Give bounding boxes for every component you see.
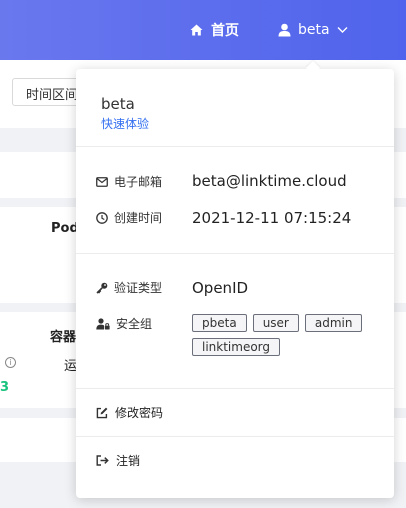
logout-icon — [96, 455, 109, 466]
info-icon: i — [5, 357, 16, 368]
change-password-label: 修改密码 — [115, 406, 164, 420]
security-group-tags: pbeta user admin linktimeorg — [192, 314, 382, 356]
security-group-label: 安全组 — [96, 315, 152, 332]
created-label: 创建时间 — [96, 209, 162, 226]
nav-home-label: 首页 — [211, 23, 239, 39]
divider — [76, 436, 394, 437]
user-menu-label: beta — [298, 22, 330, 38]
quick-experience-link[interactable]: 快速体验 — [101, 115, 149, 132]
auth-type-label-text: 验证类型 — [114, 281, 163, 295]
security-group-label-text: 安全组 — [116, 317, 153, 331]
container-card-title: 容器 — [50, 330, 77, 345]
created-value: 2021-12-11 07:15:24 — [192, 209, 352, 227]
auth-type-value: OpenID — [192, 279, 249, 297]
email-label: 电子邮箱 — [96, 173, 162, 190]
divider — [76, 146, 394, 147]
auth-type-label: 验证类型 — [96, 279, 162, 296]
key-icon — [96, 282, 108, 294]
dropdown-username: beta — [101, 95, 135, 113]
group-tag: user — [252, 314, 299, 332]
user-menu-toggle[interactable]: beta — [278, 20, 348, 40]
logout-label: 注销 — [116, 454, 141, 468]
divider — [76, 253, 394, 254]
running-count: 3 — [0, 380, 10, 395]
created-label-text: 创建时间 — [114, 211, 163, 225]
email-icon — [96, 176, 108, 187]
top-navbar: 首页 beta — [0, 0, 406, 60]
email-label-text: 电子邮箱 — [114, 175, 163, 189]
group-tag: admin — [304, 314, 363, 332]
user-dropdown: beta 快速体验 电子邮箱 beta@linktime.cloud 创建时间 … — [76, 69, 394, 498]
change-password-button[interactable]: 修改密码 — [96, 404, 163, 421]
edit-icon — [96, 407, 108, 419]
chevron-down-icon — [337, 26, 348, 34]
home-icon — [190, 24, 203, 36]
pod-card-title: Pod — [51, 221, 79, 236]
group-tag: pbeta — [192, 314, 247, 332]
email-value: beta@linktime.cloud — [192, 172, 347, 190]
user-lock-icon — [96, 317, 110, 330]
nav-home-link[interactable]: 首页 — [190, 20, 239, 40]
group-tag: linktimeorg — [192, 338, 281, 356]
user-icon — [278, 23, 291, 37]
clock-icon — [96, 211, 108, 224]
logout-button[interactable]: 注销 — [96, 452, 140, 469]
divider — [76, 388, 394, 389]
time-range-button[interactable]: 时间区间 — [12, 78, 82, 106]
